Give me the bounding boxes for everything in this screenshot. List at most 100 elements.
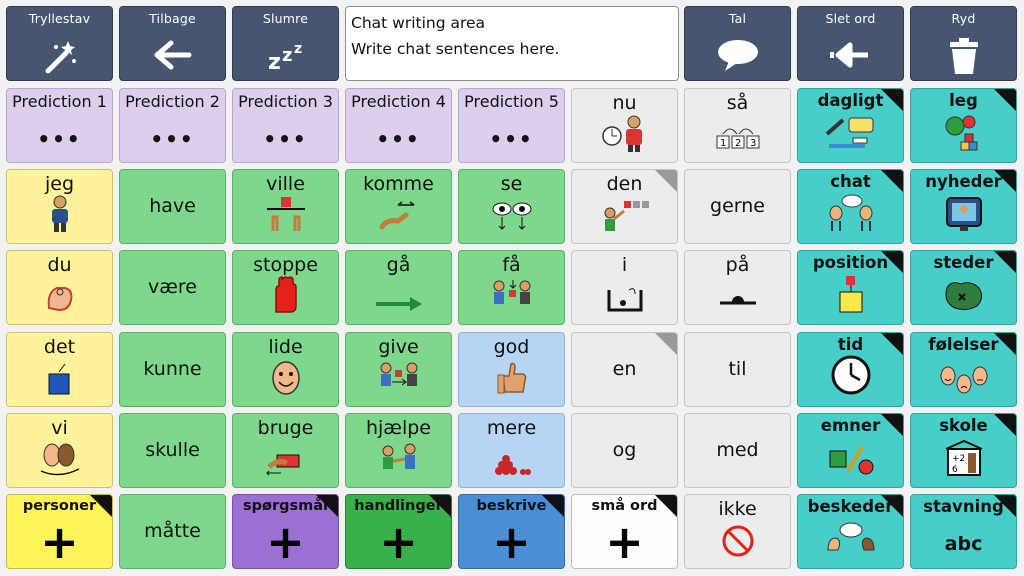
use-hand-icon	[233, 445, 338, 481]
word-komme-label: komme	[363, 173, 434, 195]
word-til-button[interactable]: til	[684, 332, 791, 407]
in-container-icon	[572, 284, 677, 318]
word-med-button[interactable]: med	[684, 413, 791, 488]
prediction-4-button[interactable]: Prediction 4 •••	[345, 88, 452, 163]
category-leg-button[interactable]: leg	[910, 88, 1017, 163]
word-nu-label: nu	[612, 92, 637, 114]
category-steder-button[interactable]: steder	[910, 250, 1017, 325]
category-chat-button[interactable]: chat	[797, 169, 904, 244]
category-beskrive-button[interactable]: beskrive +	[458, 494, 565, 569]
zzz-icon: zzz	[233, 37, 338, 77]
prediction-1-button[interactable]: Prediction 1 •••	[6, 88, 113, 163]
word-bruge-label: bruge	[257, 417, 314, 439]
word-lide-button[interactable]: lide	[232, 332, 339, 407]
category-foelelser-button[interactable]: følelser	[910, 332, 1017, 407]
prediction-3-button[interactable]: Prediction 3 •••	[232, 88, 339, 163]
speak-button[interactable]: Tal	[684, 6, 791, 81]
category-spoergsmaal-button[interactable]: spørgsmål +	[232, 494, 339, 569]
magic-wand-button[interactable]: Tryllestav	[6, 6, 113, 81]
word-skulle-button[interactable]: skulle	[119, 413, 226, 488]
want-hands-icon	[233, 195, 338, 237]
word-paa-button[interactable]: på	[684, 250, 791, 325]
word-nu-button[interactable]: nu	[571, 88, 678, 163]
word-jeg-button[interactable]: jeg	[6, 169, 113, 244]
word-vaere-label: være	[148, 276, 197, 298]
word-hjaelpe-button[interactable]: hjælpe	[345, 413, 452, 488]
word-se-button[interactable]: se	[458, 169, 565, 244]
category-tid-button[interactable]: tid	[797, 332, 904, 407]
word-hjaelpe-label: hjælpe	[365, 417, 431, 439]
word-vi-button[interactable]: vi	[6, 413, 113, 488]
abc-text: abc	[944, 533, 983, 555]
word-se-label: se	[500, 173, 523, 195]
back-button[interactable]: Tilbage	[119, 6, 226, 81]
word-i-label: i	[621, 254, 628, 276]
prediction-2-button[interactable]: Prediction 2 •••	[119, 88, 226, 163]
point-that-icon	[572, 197, 677, 237]
word-stoppe-button[interactable]: stoppe	[232, 250, 339, 325]
delete-word-label: Slet ord	[825, 11, 876, 26]
category-position-button[interactable]: position	[797, 250, 904, 325]
news-tv-icon	[911, 195, 1016, 237]
category-emner-button[interactable]: emner	[797, 413, 904, 488]
position-box-icon	[798, 274, 903, 318]
category-personer-button[interactable]: personer +	[6, 494, 113, 569]
word-komme-button[interactable]: komme	[345, 169, 452, 244]
word-mere-button[interactable]: mere	[458, 413, 565, 488]
word-god-button[interactable]: god	[458, 332, 565, 407]
word-have-button[interactable]: have	[119, 169, 226, 244]
category-handlinger-button[interactable]: handlinger +	[345, 494, 452, 569]
word-give-label: give	[378, 336, 419, 358]
word-give-button[interactable]: give	[345, 332, 452, 407]
category-skole-button[interactable]: skole +2 6	[910, 413, 1017, 488]
prediction-4-dots: •••	[376, 127, 421, 151]
word-en-button[interactable]: en	[571, 332, 678, 407]
word-faa-button[interactable]: få	[458, 250, 565, 325]
chat-writing-area[interactable]: Chat writing area Write chat sentences h…	[345, 6, 679, 81]
thumbs-up-icon	[459, 360, 564, 400]
word-ville-button[interactable]: ville	[232, 169, 339, 244]
category-stavning-button[interactable]: stavning abc	[910, 494, 1017, 569]
help-icon	[346, 441, 451, 481]
clock-person-icon	[572, 114, 677, 156]
word-gerne-button[interactable]: gerne	[684, 169, 791, 244]
word-kunne-label: kunne	[143, 358, 202, 380]
svg-text:3: 3	[750, 138, 756, 149]
self-person-icon	[7, 195, 112, 237]
messages-icon	[798, 520, 903, 562]
word-du-button[interactable]: du	[6, 250, 113, 325]
word-i-button[interactable]: i	[571, 250, 678, 325]
word-ikke-button[interactable]: ikke	[684, 494, 791, 569]
delete-word-icon	[798, 37, 903, 77]
prediction-5-button[interactable]: Prediction 5 •••	[458, 88, 565, 163]
prediction-1-label: Prediction 1	[12, 92, 107, 111]
clock-icon	[798, 354, 903, 400]
category-beskeder-button[interactable]: beskeder	[797, 494, 904, 569]
word-gaa-button[interactable]: gå	[345, 250, 452, 325]
category-smaa-ord-button[interactable]: små ord +	[571, 494, 678, 569]
arrow-left-icon	[120, 37, 225, 77]
word-det-button[interactable]: det	[6, 332, 113, 407]
clear-button[interactable]: Ryd	[910, 6, 1017, 81]
clear-label: Ryd	[951, 11, 976, 26]
delete-word-button[interactable]: Slet ord	[797, 6, 904, 81]
word-vaere-button[interactable]: være	[119, 250, 226, 325]
word-kunne-button[interactable]: kunne	[119, 332, 226, 407]
word-og-button[interactable]: og	[571, 413, 678, 488]
prediction-3-dots: •••	[263, 127, 308, 151]
category-nyheder-button[interactable]: nyheder	[910, 169, 1017, 244]
plus-icon: +	[492, 515, 531, 569]
category-dagligt-button[interactable]: dagligt	[797, 88, 904, 163]
word-den-button[interactable]: den	[571, 169, 678, 244]
toys-icon	[911, 112, 1016, 156]
sleep-button[interactable]: Slumre zzz	[232, 6, 339, 81]
stop-hand-icon	[233, 276, 338, 318]
word-og-label: og	[612, 439, 637, 461]
word-saa-button[interactable]: så 123	[684, 88, 791, 163]
plus-icon: +	[605, 515, 644, 569]
word-maatte-button[interactable]: måtte	[119, 494, 226, 569]
word-bruge-button[interactable]: bruge	[232, 413, 339, 488]
svg-text:z: z	[268, 50, 281, 73]
chat-placeholder: Write chat sentences here.	[351, 40, 560, 58]
chat-title: Chat writing area	[351, 14, 486, 32]
